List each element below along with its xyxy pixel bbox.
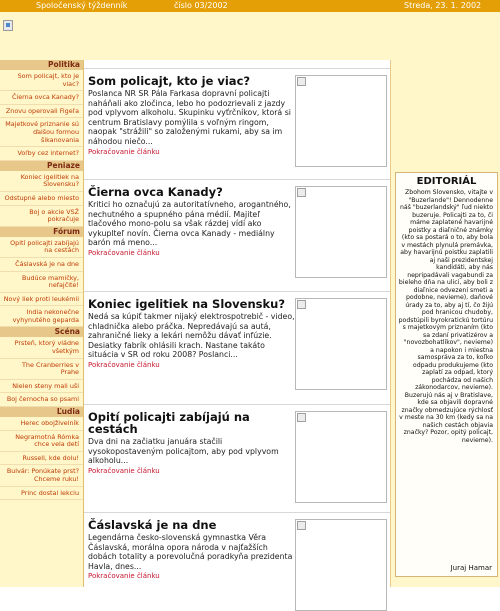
divider: [84, 404, 390, 405]
sidebar-item-som-policajt[interactable]: Som policajt, kto je viac?: [0, 70, 83, 92]
editorial-title: EDITORIÁL: [416, 176, 477, 187]
editorial-text: Zbohom Slovensko, vitajte v "Buzerlande"…: [398, 189, 495, 444]
sidebar-item-mamicky[interactable]: Budúce mamičky, nefajčite!: [0, 272, 83, 293]
section-politika: Politika: [0, 60, 83, 70]
article-text: Kritici ho označujú za autoritatívneho, …: [88, 200, 291, 248]
section-ludia: Ľudia: [0, 407, 83, 418]
main-content: Som policajt, kto je viac? Poslanca NR S…: [84, 60, 390, 611]
article-text: Poslanca NR SR Pála Farkasa dopravní pol…: [88, 89, 291, 146]
sidebar-item-opiti[interactable]: Opití policajti zabíjajú na cestách: [0, 237, 83, 258]
article-text: Dva dni na začiatku januára stačili vyso…: [88, 437, 279, 466]
article-card: Čierna ovca Kanady? Kritici ho označujú …: [87, 186, 389, 278]
sidebar-item-volby[interactable]: Voľby cez internet?: [0, 147, 83, 161]
article-text: Legendárna česko-slovenská gymnastka Věr…: [88, 533, 293, 571]
article-card: Čáslavská je na dne Legendárna česko-slo…: [87, 519, 389, 611]
article-image: [295, 411, 387, 503]
sidebar-item-gepard[interactable]: India nekonečne vyhynutého geparda: [0, 306, 83, 328]
sidebar-item-vsz[interactable]: Boj o akcie VSŽ pokračuje: [0, 206, 83, 227]
broken-image-icon: [3, 20, 13, 31]
article-image: [295, 186, 387, 278]
issue-date: Streda, 23. 1. 2002: [404, 1, 482, 10]
editorial-box: EDITORIÁL Zbohom Slovensko, vitajte v "B…: [395, 172, 498, 577]
article-title[interactable]: Koniec igelitiek na Slovensku?: [88, 298, 296, 310]
sidebar-item-cernoch[interactable]: Boj černocha so psami: [0, 393, 83, 408]
article-image: [295, 519, 387, 611]
sidebar-item-figel[interactable]: Znovu operovali Figeľa: [0, 105, 83, 119]
section-scena: Scéna: [0, 327, 83, 338]
top-bar: Spoločenský týždenník číslo 03/2002 Stre…: [0, 0, 500, 12]
publication-name: Spoločenský týždenník: [36, 1, 128, 10]
article-title[interactable]: Čierna ovca Kanady?: [88, 186, 296, 198]
sidebar-item-russell[interactable]: Russell, kde dolu!: [0, 452, 83, 466]
article-card: Som policajt, kto je viac? Poslanca NR S…: [87, 75, 389, 167]
section-forum: Fórum: [0, 226, 83, 237]
divider: [84, 291, 390, 292]
header-banner: [0, 12, 500, 60]
article-image: [295, 298, 387, 390]
sidebar: Politika Som policajt, kto je viac? Čier…: [0, 60, 84, 587]
sidebar-item-steny[interactable]: Nielen steny mali uši: [0, 380, 83, 394]
article-card: Koniec igelitiek na Slovensku? Nedá sa k…: [87, 298, 389, 390]
sidebar-item-bulvar[interactable]: Bulvár: Ponúkate prst? Chceme ruku!: [0, 465, 83, 487]
issue-number: číslo 03/2002: [174, 1, 228, 10]
editorial-signature: Juraj Hamar: [450, 564, 492, 572]
article-title[interactable]: Čáslavská je na dne: [88, 519, 296, 531]
sidebar-item-prsten[interactable]: Prsteň, ktorý vládne všetkým: [0, 337, 83, 359]
sidebar-item-leukemia[interactable]: Nový liek proti leukémii: [0, 293, 83, 307]
sidebar-item-herec[interactable]: Herec obojživelník: [0, 417, 83, 431]
sidebar-item-princ[interactable]: Princ dostal lekciu: [0, 487, 83, 501]
divider: [84, 68, 390, 69]
sidebar-item-odstupne[interactable]: Odstupné alebo miesto: [0, 192, 83, 206]
sidebar-item-caslavska[interactable]: Čáslavská je na dne: [0, 258, 83, 272]
divider: [84, 512, 390, 513]
article-text: Nedá sa kúpiť takmer nijaký elektrospotr…: [88, 312, 295, 360]
divider: [84, 179, 390, 180]
article-title[interactable]: Opití policajti zabíjajú na cestách: [88, 411, 296, 435]
sidebar-item-romka[interactable]: Negramotná Rómka chce vela detí: [0, 431, 83, 452]
right-panel: EDITORIÁL Zbohom Slovensko, vitajte v "B…: [390, 60, 500, 587]
article-image: [295, 75, 387, 167]
sidebar-item-igelitky[interactable]: Koniec igelitiek na Slovensku?: [0, 171, 83, 192]
sidebar-item-majetkove[interactable]: Majetkové priznanie sú ďalšou formou šik…: [0, 118, 83, 148]
section-peniaze: Peniaze: [0, 160, 83, 171]
sidebar-item-cranberries[interactable]: The Cranberries v Prahe: [0, 359, 83, 380]
sidebar-item-cierna-ovca[interactable]: Čierna ovca Kanady?: [0, 91, 83, 105]
article-title[interactable]: Som policajt, kto je viac?: [88, 75, 296, 87]
article-card: Opití policajti zabíjajú na cestách Dva …: [87, 411, 389, 503]
